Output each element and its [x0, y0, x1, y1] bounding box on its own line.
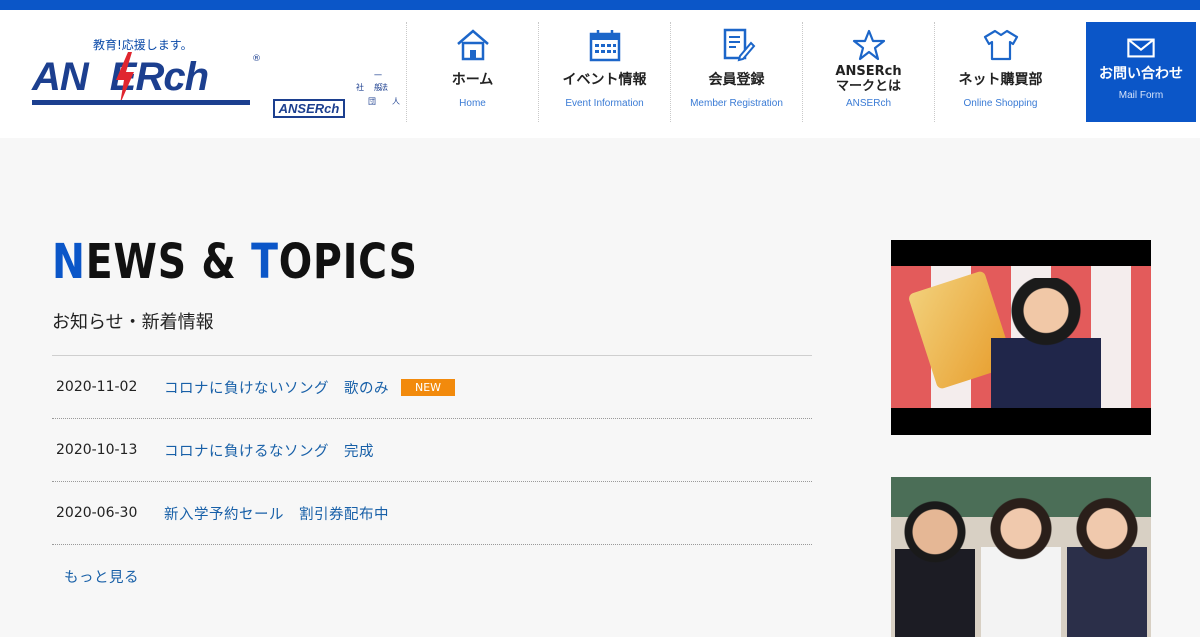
news-date: 2020-06-30	[56, 505, 138, 521]
news-link[interactable]: コロナに負けないソング 歌のみ	[164, 377, 389, 398]
promo-video-thumbnail[interactable]	[891, 240, 1151, 435]
main-nav: ホーム Home イベント情報 Event Information 会員登録 M…	[406, 22, 1196, 122]
news-link[interactable]: コロナに負けるなソング 完成	[164, 440, 374, 461]
news-item: 2020-11-02 コロナに負けないソング 歌のみ NEW	[52, 356, 812, 419]
students-banner-image[interactable]	[891, 477, 1151, 637]
home-icon	[456, 29, 489, 61]
kanji-org-mark: 一般 社 法 団 人	[356, 71, 400, 106]
news-list: 2020-11-02 コロナに負けないソング 歌のみ NEW 2020-10-1…	[52, 356, 812, 545]
nav-online-shopping[interactable]: ネット購買部 Online Shopping	[934, 22, 1066, 122]
site-header: 教育!応援します。 AN ERch ® ANSERch 一般 社 法 団 人 ホ…	[0, 10, 1200, 138]
news-item: 2020-10-13 コロナに負けるなソング 完成	[52, 419, 812, 482]
news-title: NEWS & TOPICS	[52, 234, 418, 290]
nav-home[interactable]: ホーム Home	[406, 22, 538, 122]
news-date: 2020-10-13	[56, 442, 138, 458]
register-icon	[723, 28, 755, 62]
news-item: 2020-06-30 新入学予約セール 割引券配布中	[52, 482, 812, 545]
brand-left: AN	[32, 55, 89, 99]
brand-badge: ANSERch	[273, 99, 345, 118]
logo-tagline: 教育!応援します。	[93, 38, 193, 52]
new-badge: NEW	[401, 378, 456, 396]
nav-anserch-mark[interactable]: ANSERch マークとは ANSERch	[802, 22, 934, 122]
news-date: 2020-11-02	[56, 379, 138, 395]
news-subtitle: お知らせ・新着情報	[52, 312, 214, 333]
brand-wordmark: AN ERch	[32, 52, 252, 105]
tshirt-icon	[983, 29, 1018, 61]
site-logo[interactable]: 教育!応援します。 AN ERch ® ANSERch 一般 社 法 団 人	[30, 36, 400, 118]
registered-mark: ®	[252, 54, 261, 64]
main-content: NEWS & TOPICS お知らせ・新着情報 2020-11-02 コロナに負…	[0, 138, 1200, 637]
calendar-icon	[589, 30, 620, 62]
star-icon	[852, 29, 885, 61]
lightning-bolt-icon	[116, 52, 134, 104]
mail-icon	[1127, 38, 1155, 58]
more-link[interactable]: もっと見る	[64, 566, 139, 587]
news-link[interactable]: 新入学予約セール 割引券配布中	[164, 503, 389, 524]
top-accent-bar	[0, 0, 1200, 10]
nav-event-information[interactable]: イベント情報 Event Information	[538, 22, 670, 122]
nav-contact-button[interactable]: お問い合わせ Mail Form	[1086, 22, 1196, 122]
nav-member-registration[interactable]: 会員登録 Member Registration	[670, 22, 802, 122]
